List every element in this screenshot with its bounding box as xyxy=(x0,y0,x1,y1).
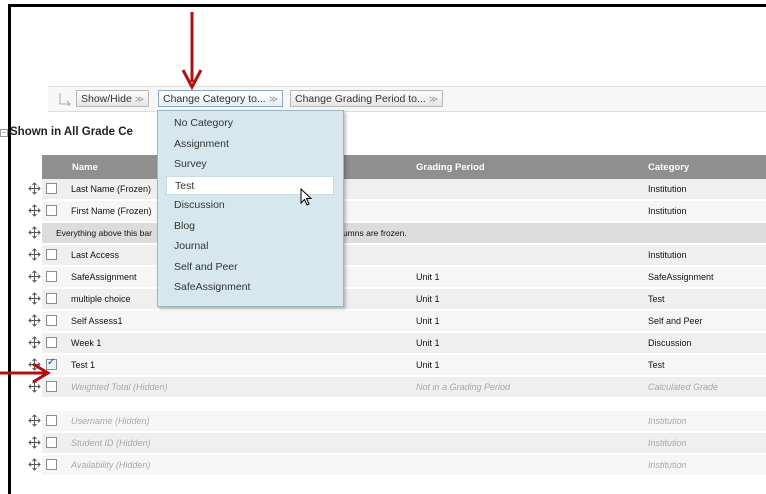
change-grading-period-label: Change Grading Period to... xyxy=(295,93,426,105)
drag-handle-icon[interactable] xyxy=(28,458,41,471)
drag-handle-icon[interactable] xyxy=(28,248,41,261)
column-name: Last Name (Frozen) xyxy=(71,184,152,194)
change-category-button[interactable]: Change Category to... ≫ xyxy=(158,90,284,107)
table-row[interactable]: Self Assess1 Unit 1 Self and Peer xyxy=(28,311,766,333)
column-category: Institution xyxy=(648,250,687,260)
row-checkbox[interactable] xyxy=(46,183,57,194)
table-row[interactable]: Test 1 Unit 1 Test xyxy=(28,355,766,377)
category-option-survey[interactable]: Survey xyxy=(166,155,334,174)
drag-handle-icon[interactable] xyxy=(28,414,41,427)
table-row[interactable]: SafeAssignment Unit 1 SafeAssignment xyxy=(28,267,766,289)
frozen-columns-bar[interactable]: Everything above this bar which columns a… xyxy=(28,223,766,245)
column-grading-period: Not in a Grading Period xyxy=(416,382,511,392)
column-category: Calculated Grade xyxy=(648,382,719,392)
column-category: Discussion xyxy=(648,338,692,348)
drag-handle-icon[interactable] xyxy=(28,336,41,349)
drag-handle-icon[interactable] xyxy=(28,436,41,449)
grade-columns-table: Name Grading Period Category Last Name (… xyxy=(28,155,766,477)
chevron-down-icon: ≫ xyxy=(134,94,145,104)
column-name: Last Access xyxy=(71,250,120,260)
column-category: Self and Peer xyxy=(648,316,703,326)
annotation-arrow-down-icon xyxy=(181,12,203,91)
column-header-grading-period[interactable]: Grading Period xyxy=(416,162,485,173)
row-checkbox[interactable] xyxy=(46,337,57,348)
drag-handle-icon[interactable] xyxy=(28,226,41,239)
column-grading-period: Unit 1 xyxy=(416,360,440,370)
change-category-label: Change Category to... xyxy=(163,93,266,105)
row-checkbox[interactable] xyxy=(46,459,57,470)
row-spacer xyxy=(42,399,766,411)
category-option-assignment[interactable]: Assignment xyxy=(166,135,334,154)
column-category: Test xyxy=(648,360,665,370)
table-row[interactable]: Week 1 Unit 1 Discussion xyxy=(28,333,766,355)
table-row[interactable]: Weighted Total (Hidden) Not in a Grading … xyxy=(28,377,766,399)
column-name: Week 1 xyxy=(71,338,102,348)
show-hide-label: Show/Hide xyxy=(81,93,132,105)
column-name: Student ID (Hidden) xyxy=(71,438,151,448)
category-option-safeassignment[interactable]: SafeAssignment xyxy=(166,278,334,297)
row-checkbox[interactable] xyxy=(46,293,57,304)
annotation-arrow-right-icon xyxy=(0,362,51,384)
drag-handle-icon[interactable] xyxy=(28,204,41,217)
column-name: Weighted Total (Hidden) xyxy=(71,382,168,392)
row-checkbox[interactable] xyxy=(46,315,57,326)
column-category: Institution xyxy=(648,206,687,216)
table-row[interactable]: First Name (Frozen) Institution xyxy=(28,201,766,223)
column-category: SafeAssignment xyxy=(648,272,714,282)
column-grading-period: Unit 1 xyxy=(416,316,440,326)
table-row[interactable]: Last Name (Frozen) Institution xyxy=(28,179,766,201)
category-option-no-category[interactable]: No Category xyxy=(166,114,334,133)
drag-handle-icon[interactable] xyxy=(28,270,41,283)
column-category: Test xyxy=(648,294,665,304)
column-name: First Name (Frozen) xyxy=(71,206,152,216)
column-category: Institution xyxy=(648,184,687,194)
column-header-category[interactable]: Category xyxy=(648,162,689,173)
table-row[interactable]: multiple choice Unit 1 Test xyxy=(28,289,766,311)
column-name: Username (Hidden) xyxy=(71,416,150,426)
change-grading-period-button[interactable]: Change Grading Period to... ≫ xyxy=(290,90,444,107)
chevron-down-icon: ≫ xyxy=(268,94,279,104)
drag-handle-icon[interactable] xyxy=(28,182,41,195)
collapse-icon[interactable]: – xyxy=(0,129,8,137)
column-name: Availability (Hidden) xyxy=(71,460,151,470)
row-checkbox[interactable] xyxy=(46,271,57,282)
corner-arrow-icon xyxy=(59,93,71,106)
table-row[interactable]: Username (Hidden) Institution xyxy=(28,411,766,433)
show-hide-button[interactable]: Show/Hide ≫ xyxy=(76,90,150,107)
section-title: Shown in All Grade Ce xyxy=(10,126,133,138)
drag-handle-icon[interactable] xyxy=(28,314,41,327)
row-checkbox[interactable] xyxy=(46,437,57,448)
table-row[interactable]: Last Access Institution xyxy=(28,245,766,267)
row-checkbox[interactable] xyxy=(46,415,57,426)
grade-center-toolbar: Show/Hide ≫ Change Category to... ≫ Change… xyxy=(48,86,766,112)
column-category: Institution xyxy=(648,438,687,448)
mouse-cursor-icon xyxy=(300,188,313,206)
column-name: multiple choice xyxy=(71,294,131,304)
column-grading-period: Unit 1 xyxy=(416,294,440,304)
table-body: Last Name (Frozen) Institution First Name … xyxy=(28,179,766,477)
column-grading-period: Unit 1 xyxy=(416,272,440,282)
table-header: Name Grading Period Category xyxy=(42,155,766,179)
column-grading-period: Unit 1 xyxy=(416,338,440,348)
category-option-self-and-peer[interactable]: Self and Peer xyxy=(166,258,334,277)
column-category: Institution xyxy=(648,460,687,470)
category-option-blog[interactable]: Blog xyxy=(166,217,334,236)
column-name: Test 1 xyxy=(71,360,96,370)
column-name: SafeAssignment xyxy=(71,272,137,282)
chevron-down-icon: ≫ xyxy=(428,94,439,104)
table-row[interactable]: Student ID (Hidden) Institution xyxy=(28,433,766,455)
column-category: Institution xyxy=(648,416,687,426)
drag-handle-icon[interactable] xyxy=(28,292,41,305)
category-dropdown-menu: No Category Assignment Survey Test Discussio… xyxy=(157,110,344,307)
row-checkbox[interactable] xyxy=(46,205,57,216)
row-checkbox[interactable] xyxy=(46,249,57,260)
table-row[interactable]: Availability (Hidden) Institution xyxy=(28,455,766,477)
column-name: Self Assess1 xyxy=(71,316,123,326)
category-option-journal[interactable]: Journal xyxy=(166,237,334,256)
column-header-name[interactable]: Name xyxy=(72,162,98,173)
frozen-bar-text-left: Everything above this bar xyxy=(56,228,152,238)
